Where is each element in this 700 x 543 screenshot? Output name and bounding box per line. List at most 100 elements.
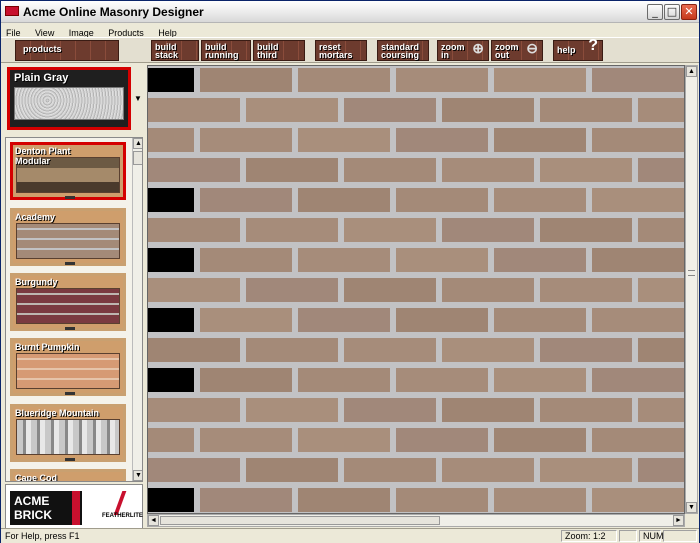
product-item-cape-cod[interactable]: Cape Cod: [10, 469, 126, 482]
brick: [638, 158, 684, 182]
status-pane-empty: [663, 530, 697, 542]
window-title: Acme Online Masonry Designer: [23, 5, 204, 19]
brick: [148, 218, 240, 242]
product-label: Cape Cod: [15, 473, 58, 482]
title-bar[interactable]: Acme Online Masonry Designer _ □ ✕: [1, 1, 699, 23]
product-handle: [65, 262, 75, 265]
brick: [200, 128, 292, 152]
brick: [442, 398, 534, 422]
product-list-scrollbar[interactable]: ▲ ▼: [132, 138, 142, 481]
brick: [638, 398, 684, 422]
acme-brick-logo: ACME BRICK: [10, 491, 82, 525]
mortar-dropdown-icon[interactable]: ▼: [133, 93, 143, 105]
brick: [298, 188, 390, 212]
scroll-right-arrow[interactable]: ►: [673, 515, 684, 526]
scroll-thumb[interactable]: [160, 516, 440, 525]
toolbar: products build stack build running build…: [1, 37, 699, 63]
product-item-burnt-pumpkin[interactable]: Burnt Pumpkin: [10, 338, 126, 396]
brick: [344, 158, 436, 182]
brick: [298, 68, 390, 92]
zoom-in-button[interactable]: zoom in ⊕: [437, 40, 489, 61]
mortar-selector[interactable]: Plain Gray: [7, 67, 131, 130]
build-running-label-2: running: [205, 50, 239, 60]
brick: [298, 248, 390, 272]
product-swatch: [16, 223, 120, 259]
brick: [442, 338, 534, 362]
status-bar: For Help, press F1 Zoom: 1:2 NUM: [1, 528, 699, 543]
brick: [148, 368, 194, 392]
minimize-button[interactable]: _: [647, 4, 663, 20]
brick: [344, 458, 436, 482]
product-label: Blueridge Mountain: [15, 408, 99, 418]
brick: [442, 98, 534, 122]
featherlite-mark: [113, 491, 127, 515]
brick: [148, 188, 194, 212]
scroll-down-arrow[interactable]: ▼: [133, 470, 142, 481]
brick: [246, 398, 338, 422]
menu-bar: File View Image Products Help: [1, 23, 699, 38]
standard-coursing-button[interactable]: standard coursing: [377, 40, 429, 61]
brick: [344, 338, 436, 362]
brick: [246, 458, 338, 482]
product-item-burgundy[interactable]: Burgundy: [10, 273, 126, 331]
brick: [540, 278, 632, 302]
brick: [592, 428, 684, 452]
help-icon: ?: [588, 37, 598, 54]
brick: [592, 188, 684, 212]
brick: [298, 488, 390, 512]
product-item-blueridge-mountain[interactable]: Blueridge Mountain: [10, 404, 126, 462]
build-third-button[interactable]: build third: [253, 40, 305, 61]
scroll-thumb[interactable]: [133, 151, 142, 165]
brick: [148, 458, 240, 482]
build-stack-label-2: stack: [155, 50, 179, 60]
product-swatch: [16, 288, 120, 324]
brick: [592, 128, 684, 152]
brick: [442, 278, 534, 302]
brick: [344, 278, 436, 302]
brick: [148, 98, 240, 122]
product-swatch: [16, 353, 120, 389]
brick: [442, 158, 534, 182]
status-num-lock: NUM: [639, 530, 664, 542]
build-running-button[interactable]: build running: [201, 40, 251, 61]
brick: [494, 488, 586, 512]
product-label: Burnt Pumpkin: [15, 342, 80, 352]
brick: [540, 98, 632, 122]
scroll-left-arrow[interactable]: ◄: [148, 515, 159, 526]
brick: [298, 368, 390, 392]
scroll-up-arrow[interactable]: ▲: [133, 138, 142, 149]
status-help-text: For Help, press F1: [5, 531, 80, 541]
brick: [148, 398, 240, 422]
app-window: Acme Online Masonry Designer _ □ ✕ File …: [0, 0, 700, 543]
scroll-down-arrow[interactable]: ▼: [686, 502, 697, 513]
brick: [148, 308, 194, 332]
app-icon: [5, 6, 19, 16]
status-zoom: Zoom: 1:2: [561, 530, 617, 542]
scroll-grip[interactable]: [688, 270, 695, 276]
horizontal-scrollbar[interactable]: ◄ ►: [147, 514, 685, 527]
brick: [540, 158, 632, 182]
product-item-denton-plant-modular[interactable]: Denton Plant Modular: [10, 142, 126, 200]
reset-mortars-label-2: mortars: [319, 50, 353, 60]
help-button[interactable]: help ?: [553, 37, 603, 61]
brick: [298, 308, 390, 332]
product-item-academy[interactable]: Academy: [10, 208, 126, 266]
vertical-scrollbar[interactable]: ▲ ▼: [685, 65, 698, 514]
zoom-out-icon: ⊖: [526, 40, 538, 56]
product-handle: [65, 458, 75, 461]
brick: [396, 368, 488, 392]
brick-preview-canvas[interactable]: [147, 65, 685, 514]
brick: [638, 278, 684, 302]
zoom-out-button[interactable]: zoom out ⊖: [491, 40, 543, 61]
scroll-up-arrow[interactable]: ▲: [686, 66, 697, 77]
brick: [638, 338, 684, 362]
build-stack-button[interactable]: build stack: [151, 40, 199, 61]
brick: [298, 128, 390, 152]
close-button[interactable]: ✕: [681, 4, 697, 20]
brick: [148, 68, 194, 92]
products-button[interactable]: products: [15, 40, 119, 61]
reset-mortars-button[interactable]: reset mortars: [315, 40, 367, 61]
brick: [638, 458, 684, 482]
maximize-button[interactable]: □: [664, 4, 680, 20]
brick: [592, 368, 684, 392]
